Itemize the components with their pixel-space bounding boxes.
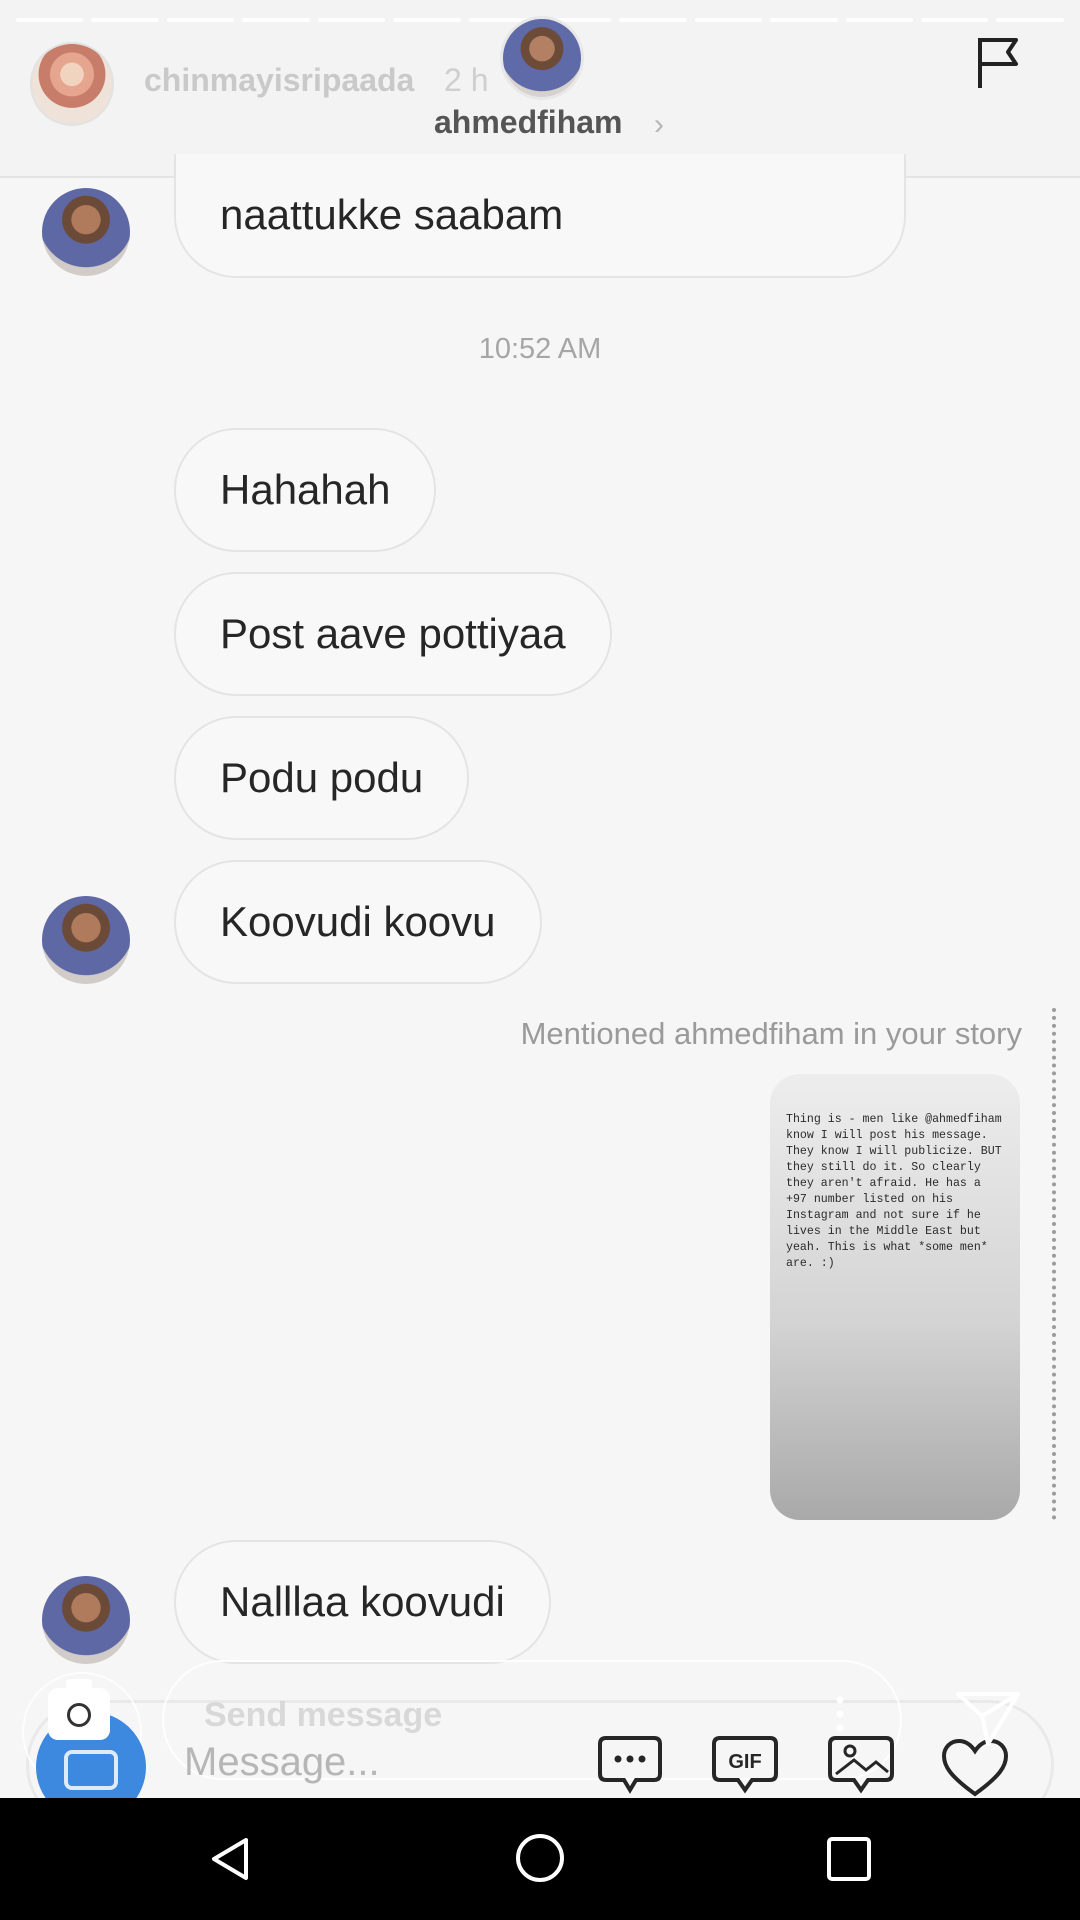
- message-bubble[interactable]: Post aave pottiyaa: [174, 572, 612, 696]
- shared-story-card[interactable]: Thing is - men like @ahmedfiham know I w…: [770, 1074, 1020, 1520]
- message-bubble[interactable]: naattukke saabam: [174, 154, 906, 278]
- more-icon[interactable]: [836, 1696, 844, 1732]
- gif-icon[interactable]: GIF: [710, 1734, 780, 1798]
- flag-icon[interactable]: [974, 34, 1022, 90]
- recents-icon[interactable]: [826, 1836, 872, 1882]
- sender-avatar[interactable]: [42, 1576, 130, 1664]
- message-input[interactable]: Message...: [184, 1740, 380, 1785]
- story-time: 2 h: [444, 62, 489, 98]
- story-author-username[interactable]: chinmayisripaada: [144, 62, 414, 99]
- message-bubble[interactable]: Koovudi koovu: [174, 860, 542, 984]
- sender-avatar[interactable]: [42, 188, 130, 276]
- chat-bubble-icon[interactable]: [596, 1734, 664, 1798]
- shared-story-text: Thing is - men like @ahmedfiham know I w…: [786, 1113, 1009, 1270]
- thread-title[interactable]: ahmedfiham: [434, 104, 622, 141]
- send-icon[interactable]: [954, 1690, 1022, 1748]
- story-mention-note: Mentioned ahmedfiham in your story: [520, 1016, 1022, 1051]
- message-bubble[interactable]: Hahahah: [174, 428, 437, 552]
- sender-avatar[interactable]: [42, 896, 130, 984]
- camera-lens-icon: [67, 1703, 91, 1727]
- thread-avatar[interactable]: [500, 16, 584, 100]
- back-icon[interactable]: [206, 1834, 256, 1884]
- story-progress-dotted-line: [1052, 1008, 1056, 1520]
- chevron-right-icon[interactable]: ›: [654, 108, 664, 142]
- message-timestamp: 10:52 AM: [478, 333, 602, 365]
- home-icon[interactable]: [514, 1832, 566, 1884]
- message-bubble[interactable]: Podu podu: [174, 716, 470, 840]
- gif-label: GIF: [728, 1751, 761, 1773]
- gallery-icon[interactable]: [826, 1734, 896, 1798]
- camera-icon: [64, 1750, 118, 1790]
- story-reply-placeholder[interactable]: Send message: [204, 1696, 442, 1735]
- story-author-avatar[interactable]: [30, 42, 114, 126]
- message-bubble[interactable]: Nalllaa koovudi: [174, 1540, 551, 1664]
